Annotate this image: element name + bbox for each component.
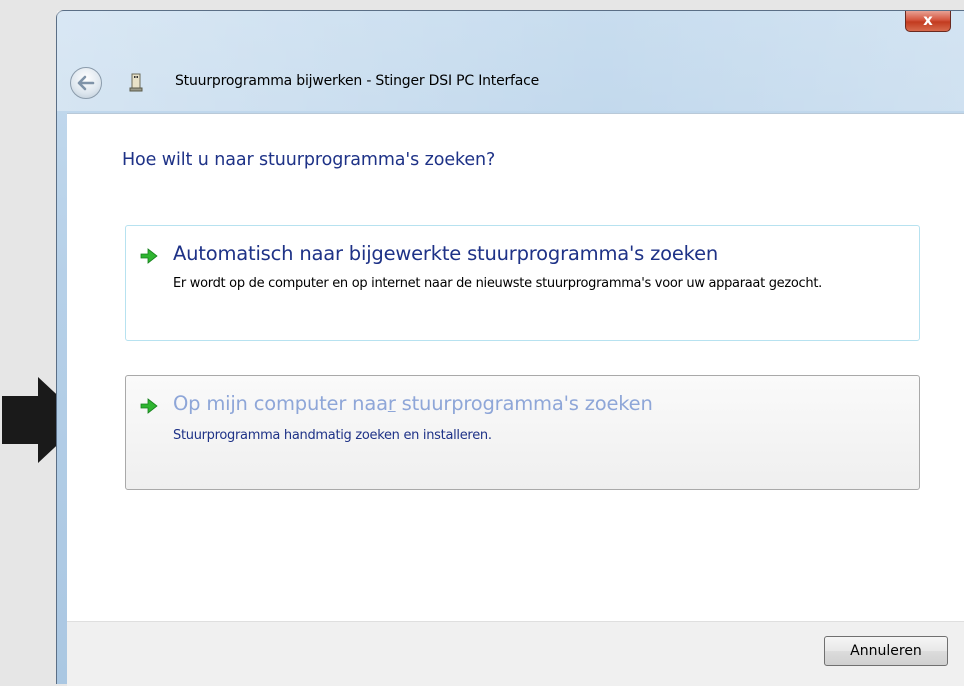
back-button[interactable] xyxy=(70,67,102,99)
usb-device-icon xyxy=(129,73,143,92)
page-question: Hoe wilt u naar stuurprogramma's zoeken? xyxy=(122,150,496,170)
close-icon: x xyxy=(923,11,933,29)
back-arrow-icon xyxy=(77,75,95,91)
green-arrow-icon xyxy=(140,248,158,264)
dialog-title: Stuurprogramma bijwerken - Stinger DSI P… xyxy=(175,73,540,89)
option-browse-title-end: stuurprogramma's zoeken xyxy=(395,392,653,415)
dialog-footer: Annuleren xyxy=(67,621,964,686)
option-browse-title: Op mijn computer naar stuurprogramma's z… xyxy=(173,392,653,415)
option-auto-search[interactable]: Automatisch naar bijgewerkte stuurprogra… xyxy=(125,225,920,341)
option-browse-description: Stuurprogramma handmatig zoeken en insta… xyxy=(173,428,492,443)
option-auto-title: Automatisch naar bijgewerkte stuurprogra… xyxy=(173,242,719,265)
option-browse-computer[interactable]: Op mijn computer naar stuurprogramma's z… xyxy=(125,375,920,490)
option-browse-title-start: Op mijn computer naa xyxy=(173,392,388,415)
dialog-content: Hoe wilt u naar stuurprogramma's zoeken?… xyxy=(67,113,964,622)
cancel-button[interactable]: Annuleren xyxy=(824,636,948,666)
green-arrow-icon xyxy=(140,398,158,414)
driver-update-dialog: x Stuurprogramma bijwerken - Stinger DSI… xyxy=(56,10,964,686)
close-button[interactable]: x xyxy=(905,11,951,32)
option-browse-title-accelerator: r xyxy=(387,392,396,415)
option-auto-description: Er wordt op de computer en op internet n… xyxy=(173,276,822,291)
